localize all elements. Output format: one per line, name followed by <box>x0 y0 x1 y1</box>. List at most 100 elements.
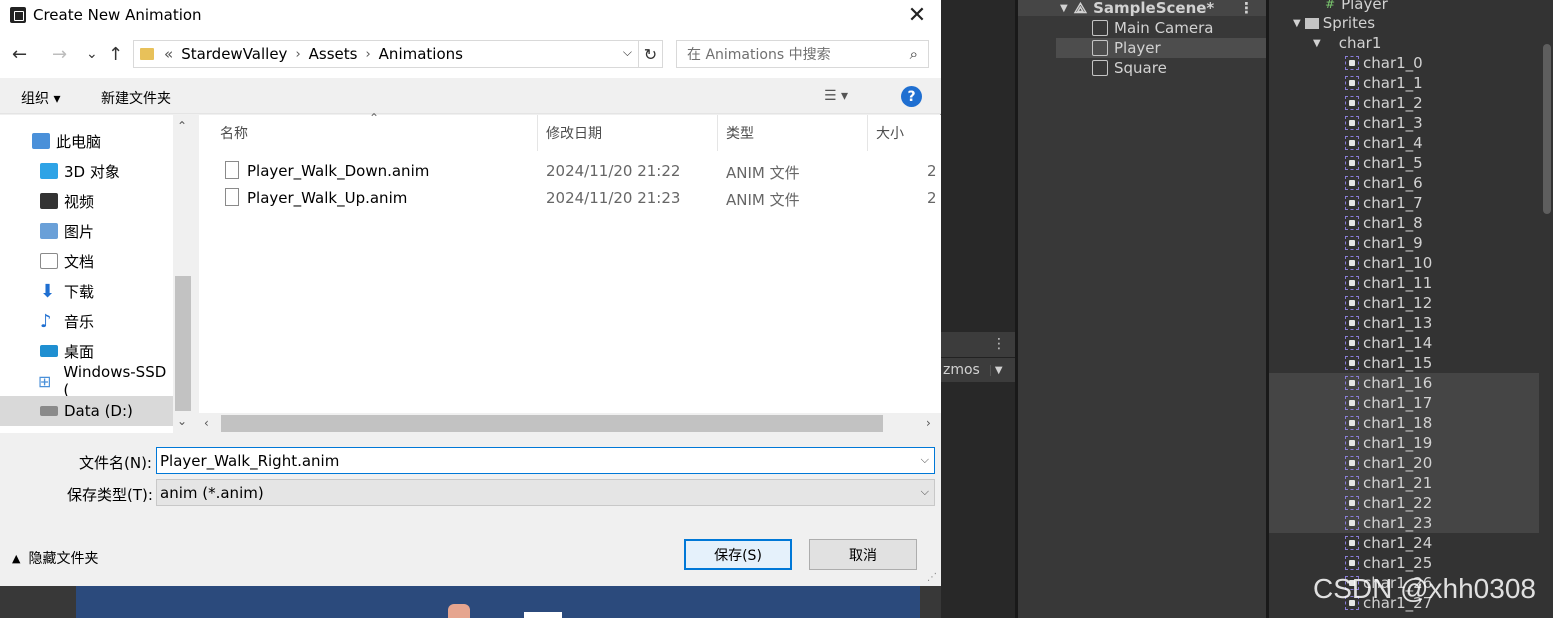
sprite-item[interactable]: char1_14 <box>1345 333 1432 353</box>
column-header-size[interactable]: 大小 <box>855 115 945 151</box>
gizmos-toolbar[interactable]: zmos ▼ <box>941 358 1015 382</box>
save-button[interactable]: 保存(S) <box>684 539 792 570</box>
gizmos-dropdown-icon[interactable]: ▼ <box>989 364 1003 376</box>
scroll-down-icon[interactable]: ⌄ <box>177 414 187 428</box>
recent-locations-icon[interactable]: ⌄ <box>86 46 98 62</box>
filetype-select[interactable]: anim (*.anim) ⌵ <box>156 479 935 506</box>
picture-icon <box>40 223 58 239</box>
back-arrow-icon[interactable]: ← <box>12 44 27 65</box>
scene-menu-icon[interactable]: ⋮ <box>992 336 1006 352</box>
file-row[interactable]: Player_Walk_Down.anim 2024/11/20 21:22 A… <box>199 158 941 184</box>
forward-arrow-icon[interactable]: → <box>52 44 67 65</box>
view-options-button[interactable]: ☰ ▾ <box>824 88 848 104</box>
scene-root[interactable]: ▼ ⟁ SampleScene* ⋮ <box>1018 0 1266 17</box>
sprite-item[interactable]: char1_12 <box>1345 293 1432 313</box>
project-folder[interactable]: ▼ Sprites <box>1293 13 1375 33</box>
hierarchy-item[interactable]: Player <box>1056 38 1266 58</box>
sprite-item[interactable]: char1_25 <box>1345 553 1432 573</box>
tree-item[interactable]: ♪ 音乐 <box>0 306 173 336</box>
sprite-item[interactable]: char1_20 <box>1345 453 1432 473</box>
resize-grip-icon[interactable]: ⋰ <box>927 572 937 583</box>
address-bar[interactable]: « StardewValley › Assets › Animations ⌵ … <box>133 40 663 68</box>
sprite-item[interactable]: char1_0 <box>1345 53 1423 73</box>
sprite-item[interactable]: char1_23 <box>1345 513 1432 533</box>
sprite-item[interactable]: char1_6 <box>1345 173 1423 193</box>
chevron-down-icon[interactable]: ⌵ <box>921 453 929 467</box>
horizontal-scrollbar-thumb[interactable] <box>221 415 883 432</box>
scroll-right-icon[interactable]: › <box>926 416 931 430</box>
tree-item[interactable]: 桌面 <box>0 336 173 366</box>
sprite-item[interactable]: char1_10 <box>1345 253 1432 273</box>
sprite-item[interactable]: char1_17 <box>1345 393 1432 413</box>
sprite-item[interactable]: char1_13 <box>1345 313 1432 333</box>
tree-scrollbar-thumb[interactable] <box>175 276 191 411</box>
tree-item[interactable]: 视频 <box>0 186 173 216</box>
sprite-item[interactable]: char1_9 <box>1345 233 1423 253</box>
sprite-item[interactable]: char1_4 <box>1345 133 1423 153</box>
hierarchy-item[interactable]: Main Camera <box>1056 18 1266 38</box>
hierarchy-item[interactable]: Square <box>1056 58 1266 78</box>
sprite-item[interactable]: char1_1 <box>1345 73 1423 93</box>
new-folder-button[interactable]: 新建文件夹 <box>101 88 171 108</box>
tree-item[interactable]: 文档 <box>0 246 173 276</box>
breadcrumb-item[interactable]: StardewValley <box>181 45 287 63</box>
sprite-item[interactable]: char1_15 <box>1345 353 1432 373</box>
refresh-icon[interactable]: ↻ <box>638 41 662 67</box>
sprite-item[interactable]: char1_18 <box>1345 413 1432 433</box>
expand-icon[interactable]: ▼ <box>1293 18 1301 29</box>
help-button[interactable]: ? <box>901 86 922 107</box>
breadcrumb-item[interactable]: Animations <box>379 45 463 63</box>
cancel-button[interactable]: 取消 <box>809 539 917 570</box>
file-size: 2 <box>927 189 937 207</box>
sprite-item[interactable]: char1_5 <box>1345 153 1423 173</box>
column-header-type[interactable]: 类型 <box>705 115 868 151</box>
chevron-right-icon[interactable]: › <box>295 47 300 62</box>
sprite-item[interactable]: char1_11 <box>1345 273 1432 293</box>
sprite-item[interactable]: char1_7 <box>1345 193 1423 213</box>
hierarchy-menu-icon[interactable]: ⋮ <box>1239 0 1254 17</box>
close-button[interactable]: ✕ <box>897 0 937 30</box>
tree-item[interactable]: ⬇ 下载 <box>0 276 173 306</box>
sprite-item[interactable]: char1_3 <box>1345 113 1423 133</box>
breadcrumb-item[interactable]: Assets <box>309 45 358 63</box>
scene-expand-icon[interactable]: ▼ <box>1060 3 1068 14</box>
project-item[interactable]: # Player <box>1325 0 1388 14</box>
expand-icon[interactable]: ▼ <box>1313 38 1321 49</box>
project-scrollbar[interactable] <box>1543 44 1551 214</box>
column-header-date[interactable]: 修改日期 <box>525 115 718 151</box>
hide-folders-toggle[interactable]: ▲ 隐藏文件夹 <box>12 548 98 568</box>
sprite-item-label: char1_9 <box>1363 234 1423 252</box>
sprite-item[interactable]: char1_16 <box>1345 373 1432 393</box>
organize-button[interactable]: 组织 ▾ <box>21 88 60 108</box>
search-icon[interactable]: ⌕ <box>910 45 918 63</box>
scroll-left-icon[interactable]: ‹ <box>204 416 209 430</box>
sprite-sheet[interactable]: ▼ char1 <box>1313 33 1381 53</box>
tree-item[interactable]: 3D 对象 <box>0 156 173 186</box>
filename-input[interactable]: Player_Walk_Right.anim ⌵ <box>156 447 935 474</box>
sprite-item[interactable]: char1_8 <box>1345 213 1423 233</box>
sprite-item[interactable]: char1_21 <box>1345 473 1432 493</box>
up-arrow-icon[interactable]: ↑ <box>108 44 123 65</box>
tree-item[interactable]: 图片 <box>0 216 173 246</box>
scroll-up-icon[interactable]: ⌃ <box>177 119 187 133</box>
chevron-right-icon[interactable]: › <box>365 47 370 62</box>
column-header-name[interactable]: 名称 <box>199 115 538 151</box>
sprite-item-label: char1_15 <box>1363 354 1433 372</box>
tree-item[interactable]: Data (D:) <box>0 396 173 426</box>
computer-icon <box>32 133 50 149</box>
chevron-down-icon[interactable]: ⌵ <box>921 485 929 499</box>
file-size: 2 <box>927 162 937 180</box>
title-bar[interactable]: Create New Animation ✕ <box>0 0 941 30</box>
gizmos-label[interactable]: zmos <box>941 362 980 378</box>
tree-item[interactable]: 此电脑 <box>0 126 173 156</box>
search-input[interactable]: 在 Animations 中搜索 ⌕ <box>676 40 929 68</box>
sprite-item[interactable]: char1_24 <box>1345 533 1432 553</box>
tree-item[interactable]: ⊞ Windows-SSD ( <box>0 363 173 399</box>
scene-view[interactable] <box>941 0 1015 618</box>
sprite-item[interactable]: char1_19 <box>1345 433 1432 453</box>
address-overflow[interactable]: « <box>164 45 173 63</box>
sprite-item[interactable]: char1_2 <box>1345 93 1423 113</box>
chevron-down-icon[interactable]: ⌵ <box>623 45 632 60</box>
sprite-item[interactable]: char1_22 <box>1345 493 1432 513</box>
file-row[interactable]: Player_Walk_Up.anim 2024/11/20 21:23 ANI… <box>199 185 941 211</box>
